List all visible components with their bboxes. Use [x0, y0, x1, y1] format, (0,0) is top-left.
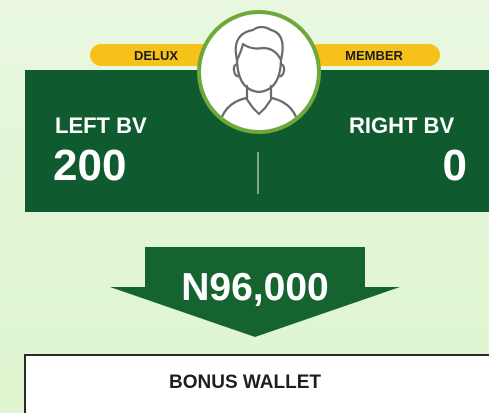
bv-divider	[257, 152, 259, 194]
bonus-amount: N96,000	[181, 266, 329, 309]
left-bv-label: LEFT BV	[55, 113, 147, 138]
right-bv-label: RIGHT BV	[349, 113, 455, 138]
membership-badge-right-label: MEMBER	[345, 47, 403, 63]
right-bv-value: 0	[442, 141, 467, 190]
user-avatar-icon[interactable]	[197, 10, 321, 134]
left-bv-value: 200	[53, 141, 127, 190]
bonus-wallet-title: BONUS WALLET	[169, 372, 321, 393]
membership-badge-right: MEMBER	[308, 44, 440, 66]
membership-badge-left-label: DELUX	[133, 47, 179, 63]
